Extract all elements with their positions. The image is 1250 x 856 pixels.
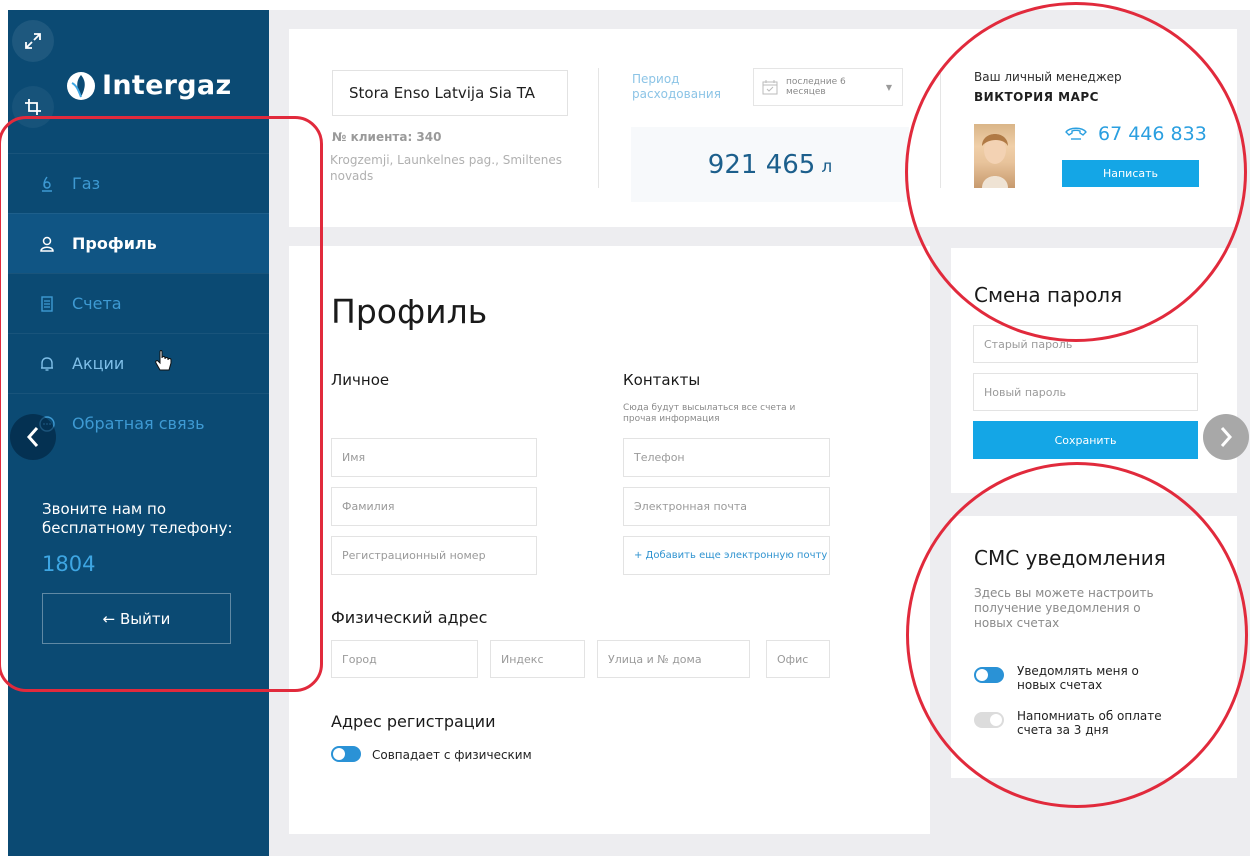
period-value: последние 6 месяцев (786, 77, 846, 97)
save-password-button[interactable]: Сохранить (973, 421, 1198, 459)
next-arrow-button[interactable] (1203, 414, 1249, 460)
document-icon (36, 293, 58, 315)
volume-unit: л (821, 157, 833, 177)
chevron-down-icon: ▼ (885, 83, 892, 92)
period-select[interactable]: последние 6 месяцев ▼ (753, 68, 903, 106)
logout-button[interactable]: ← Выйти (42, 593, 231, 644)
sidebar-item-promotions[interactable]: Акции (8, 333, 269, 393)
index-field[interactable]: Индекс (490, 640, 585, 678)
manager-name: ВИКТОРИЯ МАРС (974, 90, 1099, 104)
manager-phone[interactable]: 67 446 833 (1064, 123, 1207, 145)
sidebar-item-label: Счета (72, 294, 122, 313)
phone-icon (1065, 127, 1087, 140)
crop-icon[interactable] (12, 86, 54, 128)
sms-title: СМС уведомления (974, 546, 1166, 570)
sidebar-item-label: Акции (72, 354, 125, 373)
city-field[interactable]: Город (331, 640, 478, 678)
same-as-physical-label: Совпадает с физическим (372, 748, 532, 762)
contacts-section-title: Контакты (623, 371, 701, 389)
payment-reminder-label: Напомниать об оплате счета за 3 дня (1017, 709, 1162, 737)
surname-field[interactable]: Фамилия (331, 487, 537, 526)
sidebar-nav: Газ Профиль Счета Акции Обратная связь (8, 153, 269, 453)
manager-avatar (974, 124, 1015, 188)
old-password-field[interactable]: Старый пароль (973, 325, 1198, 363)
divider (598, 68, 599, 188)
same-as-physical-toggle[interactable] (331, 746, 361, 762)
client-number: № клиента: 340 (332, 130, 442, 144)
call-us-text: Звоните нам по бесплатному телефону: (42, 500, 233, 537)
email-field[interactable]: Электронная почта (623, 487, 830, 526)
sidebar-item-label: Профиль (72, 234, 157, 253)
intergaz-logo-icon (67, 71, 95, 100)
calendar-icon (762, 80, 778, 95)
consumption-volume: 921 465 л (631, 127, 909, 202)
new-password-field[interactable]: Новый пароль (973, 373, 1198, 411)
contacts-note: Сюда будут высылаться все счета и прочая… (623, 403, 796, 424)
manager-title: Ваш личный менеджер (974, 70, 1122, 84)
expand-icon[interactable] (12, 20, 54, 62)
notify-new-invoices-toggle[interactable] (974, 667, 1004, 683)
phone-field[interactable]: Телефон (623, 438, 830, 477)
page-title: Профиль (331, 292, 488, 331)
divider (940, 68, 941, 188)
personal-section-title: Личное (331, 371, 390, 389)
hand-cursor-icon (154, 349, 174, 378)
name-field[interactable]: Имя (331, 438, 537, 477)
sidebar-item-gas[interactable]: Газ (8, 153, 269, 213)
sidebar-item-invoices[interactable]: Счета (8, 273, 269, 333)
reg-number-field[interactable]: Регистрационный номер (331, 536, 537, 575)
sidebar-item-label: Газ (72, 174, 101, 193)
add-email-button[interactable]: + Добавить еще электронную почту (623, 536, 830, 575)
manager-phone-number: 67 446 833 (1098, 123, 1207, 145)
brand-logo[interactable]: Intergaz (66, 70, 231, 101)
write-button[interactable]: Написать (1062, 160, 1199, 187)
street-field[interactable]: Улица и № дома (597, 640, 750, 678)
bell-icon (36, 353, 58, 375)
call-us-number[interactable]: 1804 (42, 552, 95, 576)
office-field[interactable]: Офис (766, 640, 830, 678)
notify-new-invoices-label: Уведомлять меня о новых счетах (1017, 664, 1139, 692)
sidebar-item-profile[interactable]: Профиль (8, 213, 269, 273)
registration-address-title: Адрес регистрации (331, 712, 496, 731)
brand-name: Intergaz (102, 70, 232, 101)
period-label: Период расходования (632, 72, 721, 101)
password-title: Смена пароля (974, 283, 1123, 307)
sms-description: Здесь вы можете настроить получение увед… (974, 586, 1154, 630)
client-address: Krogzemji, Launkelnes pag., Smiltenes no… (330, 153, 563, 183)
previous-arrow-button[interactable] (10, 414, 56, 460)
physical-address-title: Физический адрес (331, 608, 488, 627)
flame-icon (36, 173, 58, 195)
company-selector[interactable]: Stora Enso Latvija Sia TA (332, 70, 568, 116)
payment-reminder-toggle[interactable] (974, 712, 1004, 728)
sidebar-item-label: Обратная связь (72, 414, 205, 433)
user-icon (36, 233, 58, 255)
volume-value: 921 465 (707, 149, 816, 180)
